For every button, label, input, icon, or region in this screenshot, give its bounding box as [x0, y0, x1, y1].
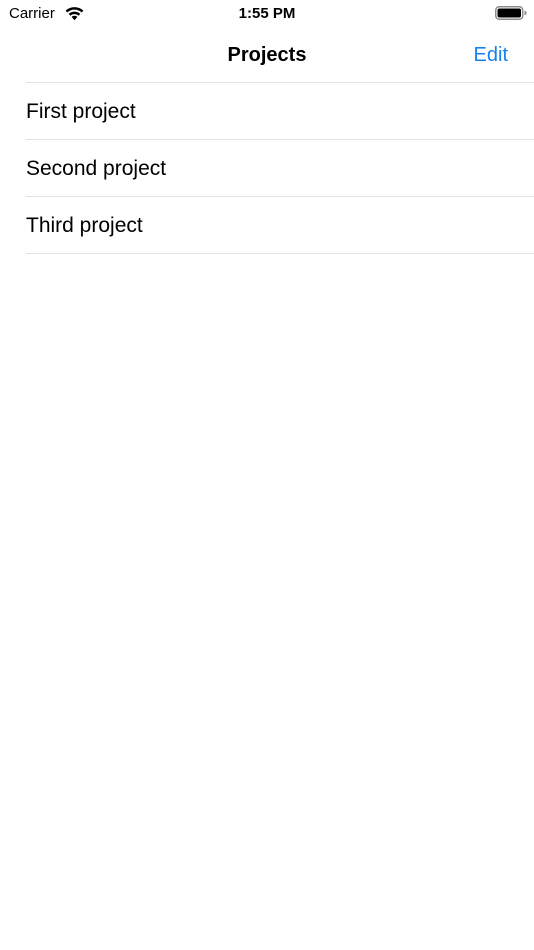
status-bar: Carrier 1:55 PM	[0, 0, 534, 28]
status-time: 1:55 PM	[238, 5, 296, 22]
list-item-label: Second project	[26, 157, 167, 180]
projects-list: First project Second project Third proje…	[0, 82, 534, 254]
list-item-label: Third project	[26, 214, 143, 237]
list-item-third-project[interactable]: Third project	[0, 197, 534, 253]
list-item-second-project[interactable]: Second project	[0, 140, 534, 196]
battery-icon	[495, 6, 527, 20]
page-title: Projects	[227, 44, 307, 66]
list-item-label: First project	[26, 100, 136, 123]
edit-button[interactable]: Edit	[474, 42, 508, 68]
list-item-first-project[interactable]: First project	[0, 83, 534, 139]
navigation-bar: Projects Edit	[0, 28, 534, 82]
list-divider	[26, 253, 534, 254]
